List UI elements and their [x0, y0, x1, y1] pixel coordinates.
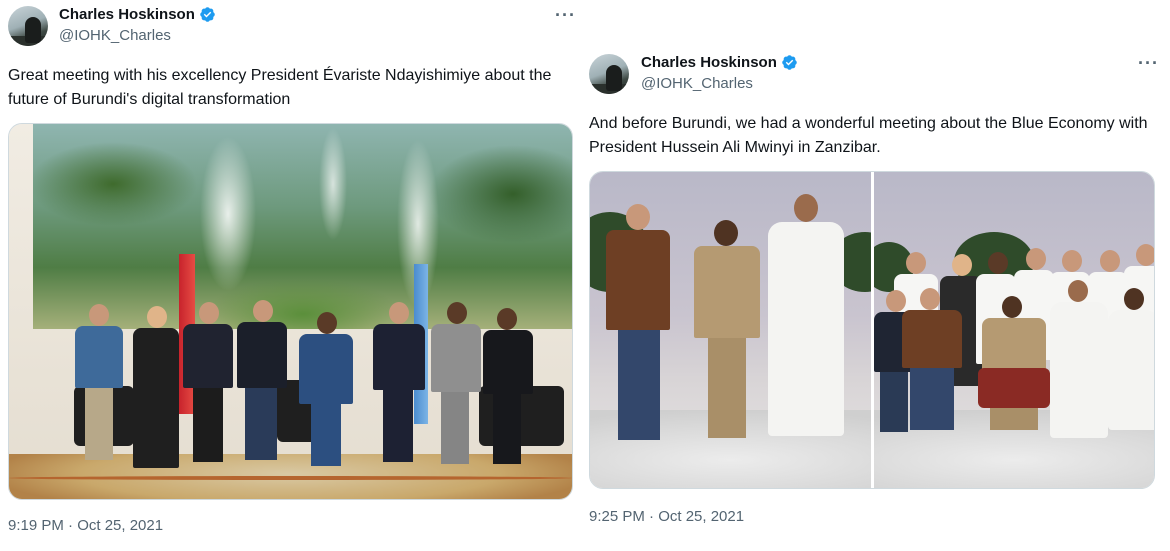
tweet-card-1: Charles Hoskinson @IOHK_Charles ··· Grea… [0, 0, 580, 551]
tweet-photo[interactable] [8, 123, 573, 500]
tweet-text: And before Burundi, we had a wonderful m… [589, 115, 1148, 156]
waterfall-painting [33, 124, 572, 329]
avatar[interactable] [589, 54, 629, 94]
author-handle[interactable]: @IOHK_Charles [59, 27, 171, 44]
author-name-row: Charles Hoskinson [59, 6, 216, 23]
avatar[interactable] [8, 6, 48, 46]
author-name-row: Charles Hoskinson [641, 54, 798, 71]
tweet-timestamp[interactable]: 9:25 PM · Oct 25, 2021 [589, 508, 744, 525]
author-handle[interactable]: @IOHK_Charles [641, 75, 753, 92]
more-horizontal-icon[interactable]: ··· [555, 6, 576, 24]
tweet-photo-left[interactable] [590, 172, 871, 488]
author-display-name[interactable]: Charles Hoskinson [59, 6, 195, 23]
more-horizontal-icon[interactable]: ··· [1138, 54, 1159, 72]
tweet-timestamp[interactable]: 9:19 PM · Oct 25, 2021 [8, 517, 163, 534]
tweet-card-2: Charles Hoskinson @IOHK_Charles ··· And … [583, 48, 1170, 548]
tweet-photo-right[interactable] [874, 172, 1154, 488]
tweet-text: Great meeting with his excellency Presid… [8, 67, 552, 108]
verified-badge-icon [782, 55, 797, 70]
verified-badge-icon [200, 7, 215, 22]
author-display-name[interactable]: Charles Hoskinson [641, 54, 777, 71]
tweet-photo-grid[interactable] [589, 171, 1155, 489]
